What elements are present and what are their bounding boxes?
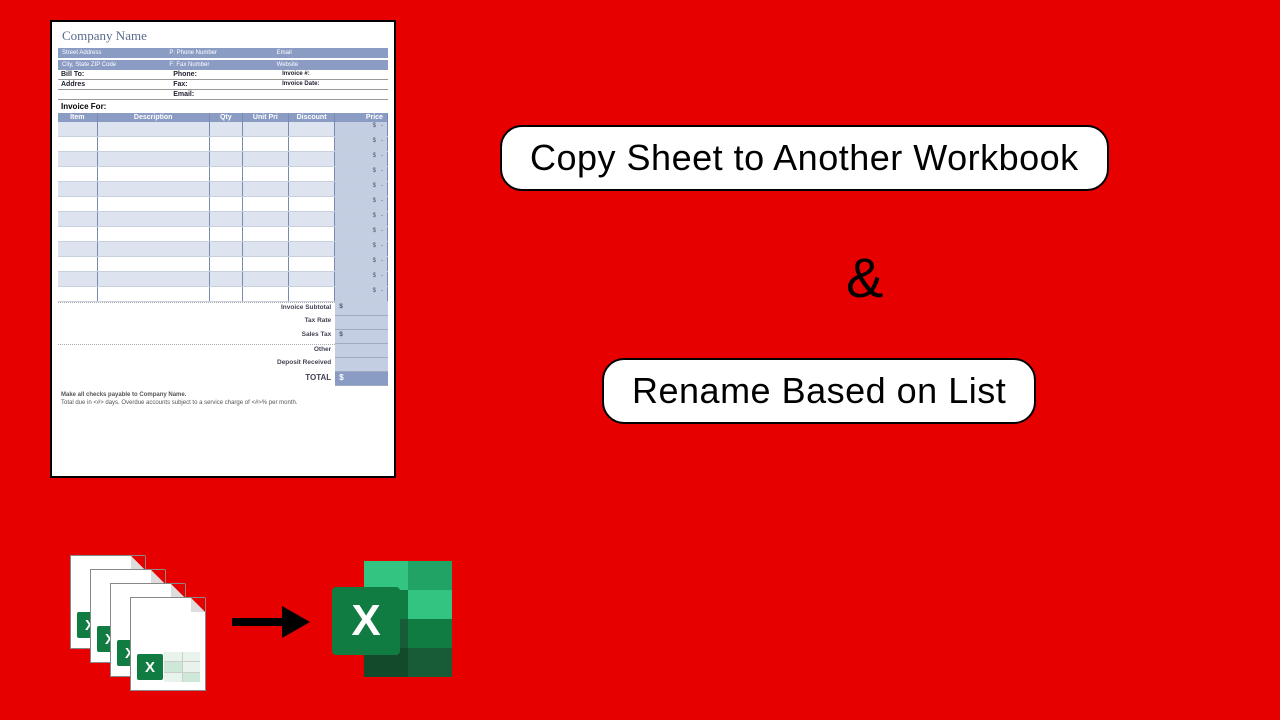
invoice-for-label: Invoice For: [58,100,388,113]
table-row: $ - [58,242,388,257]
other-row: Other [58,344,388,358]
table-row: $ - [58,182,388,197]
deposit-row: Deposit Received [58,358,388,372]
table-header: Item Description Qty Unit Pri Discount P… [58,113,388,122]
table-row: $ - [58,137,388,152]
sheet-stack-icon: X X X X [70,555,215,685]
email-row: Email: [58,90,388,100]
table-row: $ - [58,257,388,272]
arrow-icon [232,610,312,634]
header-bar-1: Street AddressP: Phone NumberEmail [58,48,388,58]
title-pill-1: Copy Sheet to Another Workbook [500,125,1109,191]
table-row: $ - [58,272,388,287]
table-row: $ - [58,197,388,212]
subtotal-row: Invoice Subtotal$ [58,302,388,316]
bill-to-row: Bill To: Phone: Invoice #: [58,70,388,80]
title-pill-2: Rename Based on List [602,358,1036,424]
invoice-template-thumbnail: Company Name Street AddressP: Phone Numb… [50,20,396,478]
ampersand: & [846,245,883,310]
taxrate-row: Tax Rate [58,316,388,330]
table-row: $ - [58,212,388,227]
table-row: $ - [58,287,388,302]
table-row: $ - [58,227,388,242]
total-row: TOTAL$ [58,372,388,386]
invoice-footer: Make all checks payable to Company Name.… [58,390,388,410]
company-name: Company Name [58,26,388,46]
header-bar-2: City, State ZIP CodeF: Fax NumberWebsite [58,60,388,70]
excel-logo-icon: X [324,555,459,685]
table-row: $ - [58,152,388,167]
table-row: $ - [58,122,388,137]
salestax-row: Sales Tax$ [58,330,388,344]
address-row: Addres Fax: Invoice Date: [58,80,388,90]
table-row: $ - [58,167,388,182]
